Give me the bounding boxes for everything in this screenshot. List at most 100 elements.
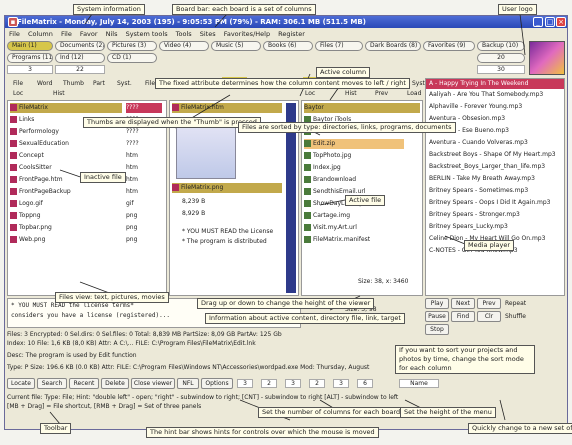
file-row[interactable]: Performology [10, 127, 59, 137]
board-tab[interactable]: 20 [477, 53, 525, 63]
columns-dropdown[interactable]: 3 [237, 379, 253, 388]
tab-word[interactable]: Word [37, 79, 52, 88]
nav-load-right[interactable]: Load [407, 89, 421, 98]
tab-file[interactable]: File [13, 79, 23, 88]
options-button[interactable]: Options [201, 378, 233, 389]
file-row[interactable]: Toppng [10, 211, 41, 221]
media-track[interactable]: Britney Spears_Lucky.mp3 [429, 222, 508, 232]
tab-file-2[interactable]: File [145, 79, 155, 88]
height-dropdown[interactable]: 6 [357, 379, 373, 388]
repeat-checkbox[interactable]: Repeat [505, 299, 526, 308]
tab-part[interactable]: Part [93, 79, 105, 88]
tab-thumb[interactable]: Thumb [63, 79, 84, 88]
close-icon[interactable]: × [556, 17, 566, 27]
height-dropdown[interactable]: 3 [333, 379, 349, 388]
media-track[interactable]: Aventura - Cuando Volveras.mp3 [429, 138, 528, 148]
minimize-icon[interactable]: _ [533, 17, 543, 27]
nav-loc[interactable]: Loc [13, 89, 23, 98]
board-tab[interactable]: Backup (10) [477, 41, 525, 51]
file-row[interactable]: Links [10, 115, 34, 125]
file-row[interactable]: FileMatrix.png [172, 183, 282, 193]
file-row[interactable]: Visit.my.Art.url [304, 223, 357, 233]
menu-item[interactable]: Favor [80, 30, 98, 38]
column-count-cell[interactable]: 3 [7, 65, 53, 74]
stop-button[interactable]: Stop [425, 324, 449, 335]
menu-item[interactable]: Sites [200, 30, 216, 38]
nav-hist[interactable]: Hist [53, 89, 65, 98]
column-count-cell[interactable]: 22 [55, 65, 105, 74]
file-row[interactable]: CoolsSitter [10, 163, 52, 173]
locate-button[interactable]: Locate [7, 378, 35, 389]
media-track[interactable]: Backstreet Boys - Shape Of My Heart.mp3 [429, 150, 556, 160]
board-tab[interactable]: Pictures (3) [107, 41, 157, 51]
menu-item[interactable]: Nils [106, 30, 118, 38]
nav-loc-right[interactable]: Loc [305, 89, 315, 98]
tab-syst[interactable]: Syst. [117, 79, 132, 88]
left-file-pane[interactable]: FileMatrix ???? Links ???? Performology … [7, 100, 167, 296]
search-button[interactable]: Search [37, 378, 67, 389]
next-button[interactable]: Next [451, 298, 475, 309]
thumbnail-image[interactable] [176, 119, 236, 179]
menu-item[interactable]: File [9, 30, 20, 38]
media-track[interactable]: Britney Spears - Oops I Did It Again.mp3 [429, 198, 551, 208]
menu-item[interactable]: Favorites/Help [224, 30, 270, 38]
file-row-active[interactable]: Edit.zip [304, 139, 404, 149]
board-tab[interactable]: Dark Boards (8) [365, 41, 421, 51]
file-row[interactable]: TopPhoto.jpg [304, 151, 351, 161]
media-player[interactable]: A - Happy Trying In The Weekend Aaliyah … [425, 78, 565, 296]
sort-dropdown[interactable]: Name [399, 379, 439, 388]
find-button[interactable]: Find [451, 311, 475, 322]
media-track[interactable]: Backstreet_Boys_Larger_than_life.mp3 [429, 162, 545, 172]
recent-button[interactable]: Recent [69, 378, 99, 389]
file-row-active[interactable]: FileMatrix.htm [172, 103, 282, 113]
media-track[interactable]: Britney Spears - Stronger.mp3 [429, 210, 520, 220]
file-row[interactable]: FileMatrix.manifest [304, 235, 370, 245]
delete-button[interactable]: Delete [101, 378, 129, 389]
file-row[interactable]: Index.jpg [304, 163, 341, 173]
board-tab[interactable]: Ind (12) [55, 53, 105, 63]
file-row[interactable]: FrontPageBackup [10, 187, 71, 197]
media-track[interactable]: Alphaville - Forever Young.mp3 [429, 102, 522, 112]
menu-item[interactable]: Tools [176, 30, 192, 38]
file-row[interactable]: Topbar.png [10, 223, 52, 233]
file-row[interactable]: Cartage.img [304, 211, 350, 221]
media-track[interactable]: BERLIN - Take My Breath Away.mp3 [429, 174, 535, 184]
file-row[interactable]: Concept [10, 151, 44, 161]
file-row-active[interactable]: FileMatrix [10, 103, 122, 113]
menu-item[interactable]: System tools [126, 30, 168, 38]
nfl-button[interactable]: NFL [177, 378, 199, 389]
nav-prev-right[interactable]: Prev [375, 89, 388, 98]
columns-dropdown[interactable]: 2 [309, 379, 325, 388]
file-row[interactable]: Logo.gif [10, 199, 43, 209]
play-button[interactable]: Play [425, 298, 449, 309]
file-row[interactable]: FrontPage.htm [10, 175, 63, 185]
clear-button[interactable]: Clr [477, 311, 501, 322]
board-tab[interactable]: Music (5) [211, 41, 261, 51]
board-tab[interactable]: Video (4) [159, 41, 209, 51]
board-tab[interactable]: CD (1) [107, 53, 157, 63]
board-tab[interactable]: Documents (2) [55, 41, 105, 51]
columns-dropdown[interactable]: 3 [285, 379, 301, 388]
file-row[interactable]: Web.png [10, 235, 45, 245]
columns-dropdown[interactable]: 2 [261, 379, 277, 388]
menu-item[interactable]: File [61, 30, 72, 38]
board-tab[interactable]: Books (6) [263, 41, 313, 51]
file-row[interactable]: SexualEducation [10, 139, 69, 149]
menu-item[interactable]: Column [28, 30, 53, 38]
media-track[interactable]: Aaliyah - Are You That Somebody.mp3 [429, 90, 543, 100]
board-tab[interactable]: Favorites (9) [423, 41, 475, 51]
media-track[interactable]: Britney Spears - Sometimes.mp3 [429, 186, 528, 196]
board-tab[interactable]: Files (7) [315, 41, 363, 51]
pause-button[interactable]: Pause [425, 311, 449, 322]
column-count-cell[interactable]: 30 [477, 65, 525, 74]
shuffle-checkbox[interactable]: Shuffle [505, 312, 526, 321]
prev-button[interactable]: Prev [477, 298, 501, 309]
user-logo[interactable] [529, 41, 565, 75]
close-viewer-button[interactable]: Close viewer [131, 378, 175, 389]
board-tab-main[interactable]: Main (1) [7, 41, 53, 51]
board-tab[interactable]: Programs (11) [7, 53, 53, 63]
menu-item[interactable]: Register [278, 30, 305, 38]
nav-hist-right[interactable]: Hist [345, 89, 357, 98]
maximize-icon[interactable]: □ [545, 17, 555, 27]
file-row[interactable]: Brandownload [304, 175, 356, 185]
